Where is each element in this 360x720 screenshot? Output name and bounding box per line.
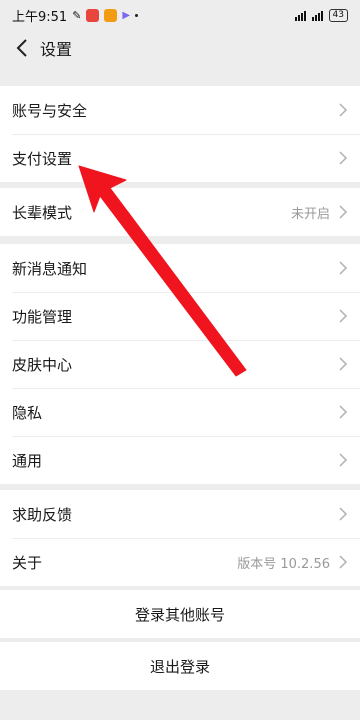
signal-icon <box>311 10 323 21</box>
switch-account-section: 登录其他账号 <box>0 590 360 638</box>
chevron-right-icon <box>339 103 348 117</box>
battery-icon: 43 <box>328 8 348 22</box>
more-notifications-icon <box>135 13 139 17</box>
settings-group-elder: 长辈模式 未开启 <box>0 188 360 236</box>
settings-group-general: 新消息通知 功能管理 皮肤中心 隐私 通用 <box>0 244 360 484</box>
settings-item-value: 版本号 10.2.56 <box>237 556 330 572</box>
settings-group-help: 求助反馈 关于 版本号 10.2.56 <box>0 490 360 586</box>
settings-group-account: 账号与安全 支付设置 <box>0 86 360 182</box>
chevron-right-icon <box>339 453 348 467</box>
chevron-left-icon <box>16 39 27 57</box>
switch-account-button[interactable]: 登录其他账号 <box>0 590 360 638</box>
settings-item-account-security[interactable]: 账号与安全 <box>0 86 360 134</box>
back-button[interactable] <box>4 30 40 66</box>
settings-item-value: 未开启 <box>290 206 330 222</box>
settings-item-elder-mode[interactable]: 长辈模式 未开启 <box>0 188 360 236</box>
signal-icon <box>294 10 306 21</box>
status-time: 上午9:51 <box>12 9 68 25</box>
notification-icon: ✎ <box>72 8 82 22</box>
settings-item-label: 功能管理 <box>12 307 73 326</box>
navigation-bar: 设置 <box>0 30 360 66</box>
chevron-right-icon <box>339 405 348 419</box>
settings-item-privacy[interactable]: 隐私 <box>0 388 360 436</box>
app-notification-icon <box>86 8 100 22</box>
settings-item-notifications[interactable]: 新消息通知 <box>0 244 360 292</box>
chevron-right-icon <box>339 261 348 275</box>
settings-item-label: 支付设置 <box>12 149 73 168</box>
app-notification-icon <box>104 8 118 22</box>
play-icon: ▶ <box>122 9 131 21</box>
chevron-right-icon <box>339 205 348 219</box>
settings-item-label: 长辈模式 <box>12 203 73 222</box>
settings-item-label: 账号与安全 <box>12 101 88 120</box>
status-bar: 上午9:51 ✎ ▶ 43 <box>0 0 360 30</box>
settings-item-features[interactable]: 功能管理 <box>0 292 360 340</box>
settings-item-feedback[interactable]: 求助反馈 <box>0 490 360 538</box>
settings-item-label: 新消息通知 <box>12 259 88 278</box>
logout-section: 退出登录 <box>0 642 360 690</box>
settings-item-about[interactable]: 关于 版本号 10.2.56 <box>0 538 360 586</box>
chevron-right-icon <box>339 309 348 323</box>
settings-item-label: 求助反馈 <box>12 505 73 524</box>
settings-item-skin-center[interactable]: 皮肤中心 <box>0 340 360 388</box>
logout-button[interactable]: 退出登录 <box>0 642 360 690</box>
settings-item-label: 通用 <box>12 451 43 470</box>
settings-item-label: 关于 <box>12 553 43 572</box>
chevron-right-icon <box>339 555 348 569</box>
page-title: 设置 <box>40 40 73 59</box>
chevron-right-icon <box>339 151 348 165</box>
settings-item-general[interactable]: 通用 <box>0 436 360 484</box>
settings-item-label: 皮肤中心 <box>12 355 73 374</box>
settings-item-label: 隐私 <box>12 403 43 422</box>
chevron-right-icon <box>339 507 348 521</box>
chevron-right-icon <box>339 357 348 371</box>
settings-item-payment[interactable]: 支付设置 <box>0 134 360 182</box>
